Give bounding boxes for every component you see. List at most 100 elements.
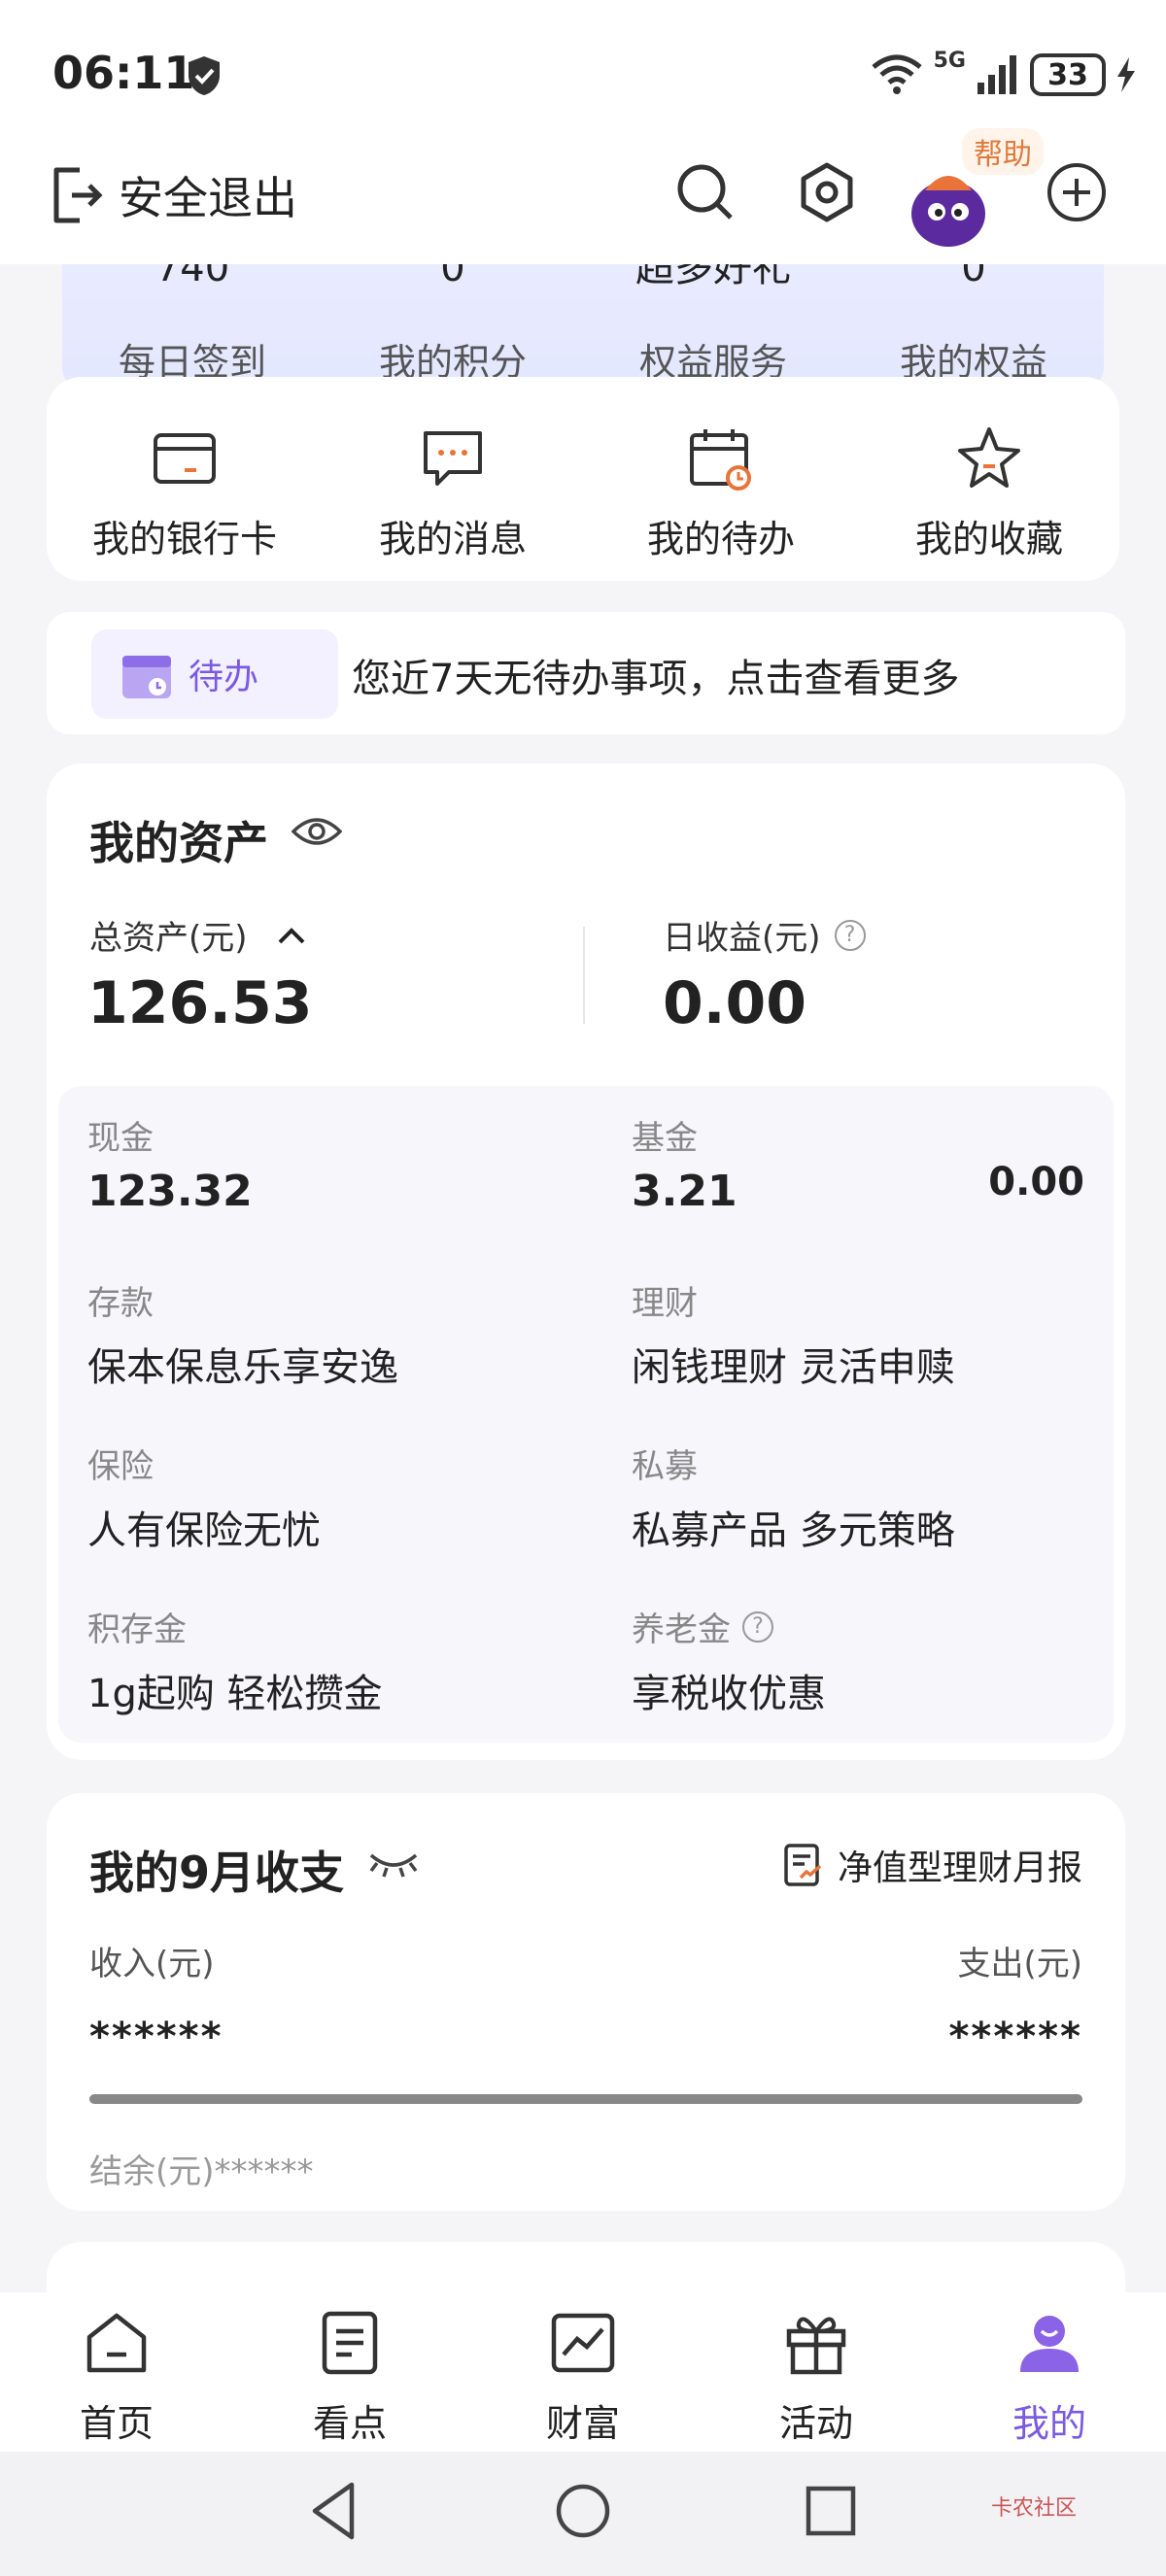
help-question-icon[interactable]: ? <box>742 1610 773 1643</box>
status-icons: 5G 33 <box>870 49 1137 101</box>
shortcut-label: 我的银行卡 <box>91 518 277 560</box>
expense-label: 支出(元) <box>957 1945 1082 1983</box>
asset-label: 现金 <box>87 1119 154 1158</box>
shortcut-label: 我的收藏 <box>914 518 1063 560</box>
daily-income-value: 0.00 <box>663 969 807 1037</box>
asset-insurance[interactable]: 保险 人有保险无忧 <box>87 1440 321 1555</box>
report-icon <box>784 1844 822 1886</box>
asset-pension[interactable]: 养老金 ? 享税收优惠 <box>632 1603 826 1718</box>
tab-profile[interactable]: 我的 <box>952 2308 1147 2447</box>
message-icon <box>424 431 482 486</box>
settings-icon <box>801 162 853 222</box>
shortcut-favorites[interactable]: 我的收藏 <box>863 425 1115 562</box>
home-nav-icon[interactable] <box>549 2477 617 2545</box>
asset-grid: 现金 123.32 基金 3.21 0.00 存款 保本保息乐享安逸 理财 闲钱… <box>58 1086 1114 1743</box>
tab-label: 财富 <box>545 2402 620 2445</box>
status-time: 06:11 <box>52 47 195 99</box>
shortcut-bank-card[interactable]: 我的银行卡 <box>58 425 311 562</box>
income-expense-card: 我的9月收支 净值型理财月报 收入(元) 支出(元) ****** ******… <box>47 1793 1125 2211</box>
todo-chip-label: 待办 <box>189 658 259 697</box>
shortcut-todos[interactable]: 我的待办 <box>595 425 847 562</box>
fund-daily-value: 0.00 <box>988 1160 1084 1204</box>
income-expense-bar <box>89 2094 1082 2104</box>
battery-indicator: 33 <box>1030 53 1106 96</box>
tab-articles[interactable]: 看点 <box>253 2308 447 2447</box>
asset-private[interactable]: 私募 私募产品 多元策略 <box>632 1440 955 1555</box>
assets-card: 我的资产 总资产(元) 126.53 日收益(元) ? 0.00 现金 123.… <box>47 763 1125 1760</box>
banner-value: 超多好礼 <box>635 264 791 290</box>
asset-label: 存款 <box>87 1284 154 1323</box>
asset-desc: 闲钱理财 灵活申赎 <box>632 1345 955 1390</box>
mascot-avatar-icon[interactable] <box>904 161 993 251</box>
bottom-tab-bar: 首页 看点 财富 活动 我的 <box>0 2292 1166 2452</box>
logout-button[interactable]: 安全退出 <box>51 163 297 227</box>
watermark: 卡农社区 <box>991 2496 1078 2521</box>
signal-icon <box>977 55 1016 94</box>
search-button[interactable] <box>670 157 740 227</box>
gift-icon <box>786 2317 846 2375</box>
network-type: 5G <box>933 49 966 73</box>
tab-label: 看点 <box>312 2402 387 2445</box>
bank-card-icon <box>154 433 216 484</box>
benefits-banner: 740 每日签到 0 我的积分 超多好礼 权益服务 0 我的权益 <box>62 264 1104 390</box>
article-icon <box>322 2311 378 2375</box>
tab-wealth[interactable]: 财富 <box>486 2308 680 2447</box>
tab-label: 活动 <box>778 2402 853 2445</box>
divider <box>583 927 585 1024</box>
banner-value: 740 <box>154 264 230 290</box>
banner-item-points[interactable]: 0 我的积分 <box>323 264 583 386</box>
banner-item-checkin[interactable]: 740 每日签到 <box>62 264 323 386</box>
asset-wealth[interactable]: 理财 闲钱理财 灵活申赎 <box>632 1276 955 1392</box>
asset-gold[interactable]: 积存金 1g起购 轻松攒金 <box>87 1603 383 1718</box>
add-button[interactable] <box>1042 157 1112 227</box>
todo-text: 您近7天无待办事项，点击查看更多 <box>352 657 960 701</box>
total-assets-toggle[interactable]: 总资产(元) <box>89 911 306 959</box>
status-bar: 06:11 5G 33 <box>0 0 1166 146</box>
chart-icon <box>551 2313 615 2373</box>
eye-closed-icon[interactable] <box>367 1849 420 1879</box>
top-header: 安全退出 帮助 <box>0 128 1166 264</box>
search-icon <box>677 164 733 220</box>
monthly-report-link[interactable]: 净值型理财月报 <box>783 1840 1082 1890</box>
tab-label: 首页 <box>79 2402 154 2445</box>
asset-label: 理财 <box>632 1284 698 1323</box>
tab-label: 我的 <box>1012 2402 1086 2445</box>
banner-item-services[interactable]: 超多好礼 权益服务 <box>583 264 843 386</box>
banner-value: 0 <box>440 264 465 290</box>
asset-label: 保险 <box>87 1447 154 1486</box>
assets-title: 我的资产 <box>89 817 268 869</box>
shield-icon <box>189 56 220 95</box>
tab-activities[interactable]: 活动 <box>719 2308 913 2447</box>
asset-label-wrap: 养老金 ? <box>632 1603 826 1650</box>
banner-item-rights[interactable]: 0 我的权益 <box>843 264 1104 386</box>
logout-label: 安全退出 <box>119 172 297 224</box>
wifi-icon <box>872 54 922 94</box>
asset-label: 积存金 <box>87 1610 187 1649</box>
help-question-icon[interactable]: ? <box>834 919 866 951</box>
shortcut-messages[interactable]: 我的消息 <box>326 425 579 562</box>
total-assets-label: 总资产(元) <box>89 919 248 958</box>
asset-deposit[interactable]: 存款 保本保息乐享安逸 <box>87 1276 398 1392</box>
todo-chip: 待办 <box>91 629 338 719</box>
daily-income-label-wrap: 日收益(元) ? <box>663 911 866 959</box>
plus-circle-icon <box>1047 163 1106 221</box>
logout-icon <box>53 167 103 223</box>
asset-label: 基金 <box>632 1119 698 1158</box>
asset-value: 123.32 <box>87 1167 253 1216</box>
income-label: 收入(元) <box>89 1945 215 1983</box>
shortcut-label: 我的待办 <box>646 518 795 560</box>
income-expense-title: 我的9月收支 <box>89 1847 345 1899</box>
calendar-icon <box>690 429 751 491</box>
tab-home[interactable]: 首页 <box>19 2308 214 2447</box>
charging-icon <box>1117 57 1135 92</box>
settings-button[interactable] <box>792 157 862 227</box>
eye-icon[interactable] <box>292 812 342 851</box>
asset-desc: 人有保险无忧 <box>87 1508 321 1553</box>
recents-nav-icon[interactable] <box>797 2477 865 2545</box>
asset-label: 养老金 <box>632 1610 731 1649</box>
todo-bar[interactable]: 待办 您近7天无待办事项，点击查看更多 <box>47 612 1125 734</box>
asset-desc: 享税收优惠 <box>632 1672 826 1716</box>
asset-cash[interactable]: 现金 123.32 <box>87 1111 253 1216</box>
back-nav-icon[interactable] <box>301 2477 369 2545</box>
total-assets-value: 126.53 <box>87 969 313 1037</box>
